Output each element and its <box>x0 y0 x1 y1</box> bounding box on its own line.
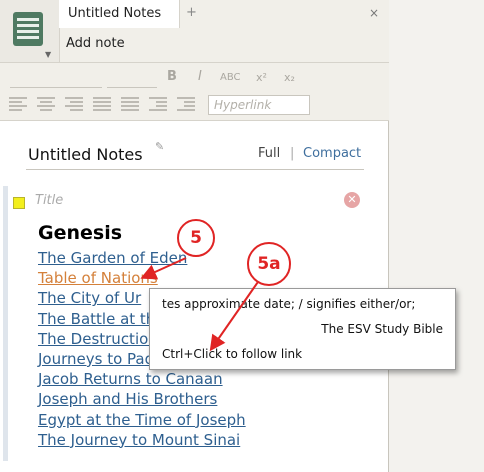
callout-5: 5 <box>177 219 215 257</box>
callout-5a: 5a <box>247 242 291 286</box>
callout-arrows <box>140 257 261 352</box>
callout-arrow-5 <box>140 257 187 280</box>
callout-arrow-5a <box>209 278 261 352</box>
